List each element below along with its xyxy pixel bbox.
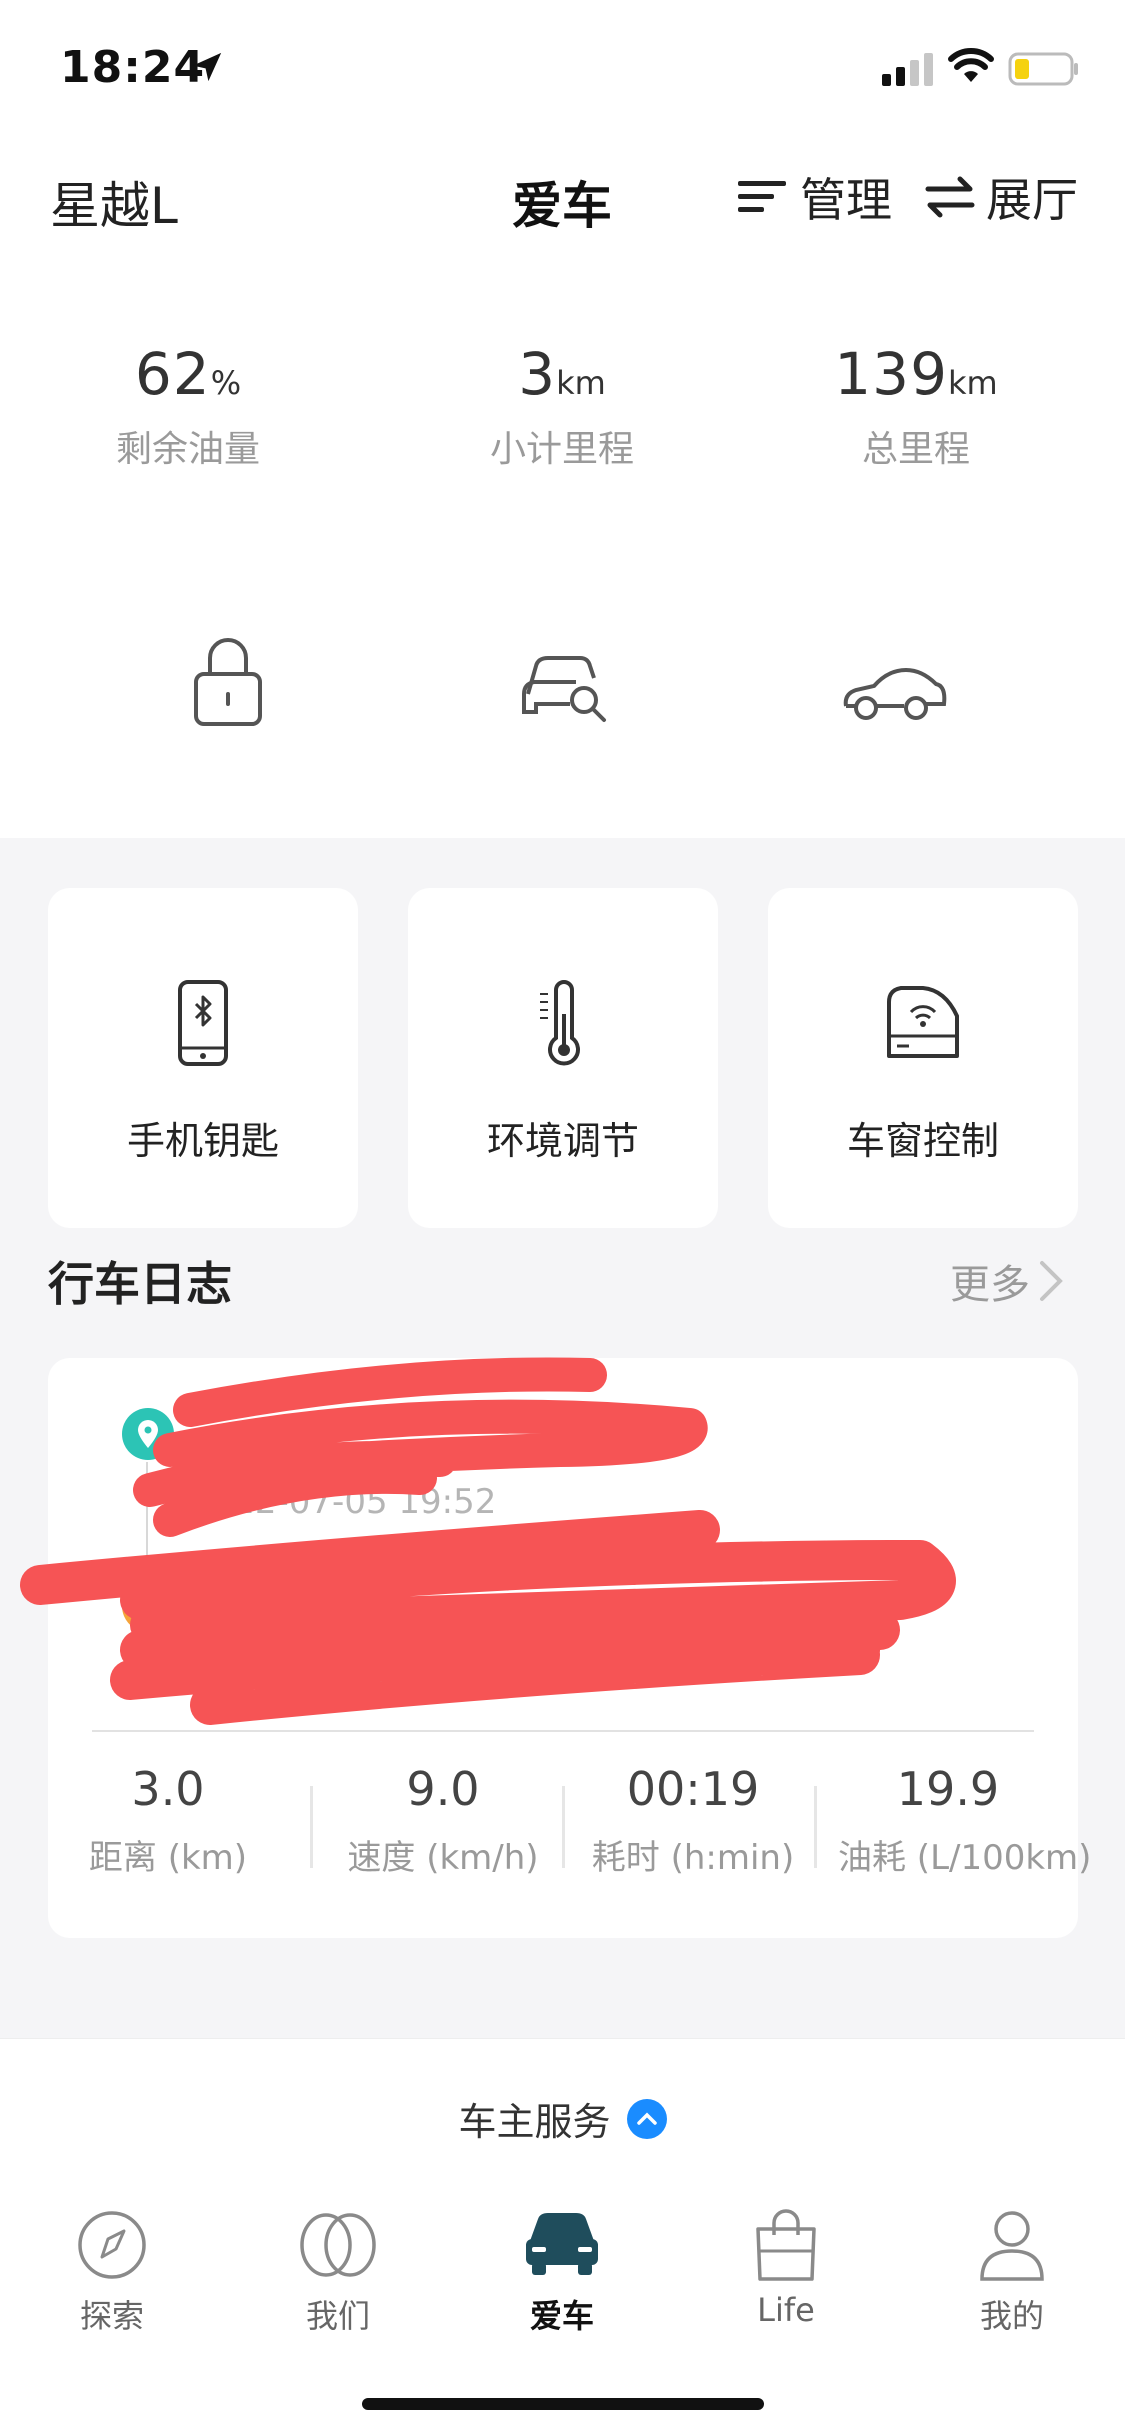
trip-start-time: 2022-07-05 19:52 — [190, 1482, 497, 1522]
distance-metric: 3.0 距离 (km) — [68, 1762, 268, 1879]
tab-explore[interactable]: 探索 — [32, 2207, 192, 2337]
card-label: 手机钥匙 — [126, 1119, 279, 1163]
circles-icon — [300, 2213, 376, 2277]
stat-label: 小计里程 — [489, 429, 634, 470]
tab-label: 我们 — [305, 2297, 370, 2335]
end-location-icon — [122, 1580, 174, 1632]
showroom-label: 展厅 — [986, 173, 1078, 227]
speed-metric: 9.0 速度 (km/h) — [338, 1762, 548, 1879]
thermometer-icon — [540, 980, 580, 1066]
status-time: 18:24 — [60, 42, 206, 93]
tab-us[interactable]: 我们 — [258, 2207, 418, 2337]
tab-label: 我的 — [979, 2297, 1044, 2335]
metric-label: 油耗 (L/100km) — [838, 1838, 1092, 1878]
metric-label: 耗时 (h:min) — [591, 1838, 795, 1878]
window-control-card[interactable]: 车窗控制 — [768, 888, 1078, 1228]
metric-value: 00:19 — [626, 1762, 760, 1816]
metric-separator — [310, 1786, 313, 1868]
tab-label: 探索 — [79, 2297, 144, 2335]
car-model-name[interactable]: 星越L — [50, 166, 178, 238]
car-inspect-icon[interactable] — [518, 638, 610, 730]
divider — [92, 1730, 1034, 1732]
shopping-bag-icon — [756, 2209, 816, 2281]
chevron-up-icon — [626, 2098, 667, 2139]
metric-value: 19.9 — [896, 1762, 1000, 1816]
owner-service-label: 车主服务 — [458, 2100, 611, 2144]
owner-service-button[interactable]: 车主服务 — [0, 2091, 1125, 2146]
phone-bluetooth-icon — [178, 980, 228, 1066]
menu-lines-icon — [738, 181, 786, 212]
stat-value: 139 — [834, 340, 948, 408]
card-label: 环境调节 — [486, 1119, 639, 1163]
metric-value: 9.0 — [406, 1762, 480, 1816]
tab-label: Life — [757, 2291, 815, 2329]
tab-life[interactable]: Life — [706, 2207, 866, 2329]
header: 星越L 爱车 管理 展厅 — [0, 150, 1125, 250]
more-label: 更多 — [950, 1262, 1030, 1308]
stat-unit: % — [210, 364, 242, 402]
card-label: 车窗控制 — [846, 1119, 999, 1163]
stat-value: 62 — [134, 340, 211, 408]
metric-label: 距离 (km) — [88, 1838, 248, 1878]
vehicle-stats: 62% 剩余油量 3km 小计里程 139km 总里程 — [0, 340, 1125, 500]
duration-metric: 00:19 耗时 (h:min) — [588, 1762, 798, 1879]
chevron-right-icon — [1040, 1261, 1063, 1301]
driving-log-title: 行车日志 — [48, 1257, 232, 1311]
metric-label: 速度 (km/h) — [347, 1838, 539, 1878]
metric-value: 3.0 — [131, 1762, 205, 1816]
page-title: 爱车 — [512, 177, 612, 235]
battery-icon — [1008, 52, 1078, 86]
fuel-consumption-metric: 19.9 油耗 (L/100km) — [838, 1762, 1092, 1879]
manage-button[interactable]: 管理 — [736, 162, 892, 232]
status-bar: 18:24 — [0, 0, 1125, 140]
lock-icon[interactable] — [188, 630, 268, 730]
car-front-icon — [526, 2213, 598, 2275]
quick-actions — [0, 630, 1125, 740]
phone-key-card[interactable]: 手机钥匙 — [48, 888, 358, 1228]
wifi-icon — [948, 48, 994, 82]
car-side-icon[interactable] — [840, 660, 950, 730]
metric-separator — [814, 1786, 817, 1868]
manage-label: 管理 — [800, 173, 892, 227]
fuel-remaining-stat: 62% 剩余油量 — [38, 340, 338, 472]
trip-end-time: 2022-07-05 20:12 — [190, 1654, 497, 1694]
stat-value: 3 — [518, 340, 557, 408]
stat-unit: km — [556, 364, 606, 402]
tab-my-car[interactable]: 爱车 — [482, 2207, 642, 2337]
car-window-icon — [887, 986, 959, 1058]
location-arrow-icon — [192, 52, 222, 82]
total-mileage-stat: 139km 总里程 — [766, 340, 1066, 472]
route-line — [146, 1462, 148, 1578]
tab-mine[interactable]: 我的 — [932, 2207, 1092, 2337]
start-location-icon — [122, 1408, 174, 1460]
home-indicator[interactable] — [362, 2398, 764, 2410]
swap-arrows-icon — [925, 176, 975, 218]
metric-separator — [562, 1786, 565, 1868]
person-icon — [980, 2211, 1044, 2281]
climate-control-card[interactable]: 环境调节 — [408, 888, 718, 1228]
trip-mileage-stat: 3km 小计里程 — [412, 340, 712, 472]
tab-label: 爱车 — [529, 2297, 594, 2335]
compass-icon — [78, 2211, 146, 2279]
driving-log-card[interactable]: 2022-07-05 19:52 2022-07-05 20:12 3.0 距离… — [48, 1358, 1092, 1938]
bottom-panel: 车主服务 探索 我们 爱车 Life 我的 — [0, 2038, 1125, 2436]
cellular-signal-icon — [882, 53, 933, 86]
stat-unit: km — [948, 364, 998, 402]
stat-label: 总里程 — [861, 429, 970, 470]
stat-label: 剩余油量 — [115, 429, 260, 470]
more-link[interactable]: 更多 — [950, 1252, 1064, 1310]
showroom-button[interactable]: 展厅 — [924, 162, 1078, 232]
